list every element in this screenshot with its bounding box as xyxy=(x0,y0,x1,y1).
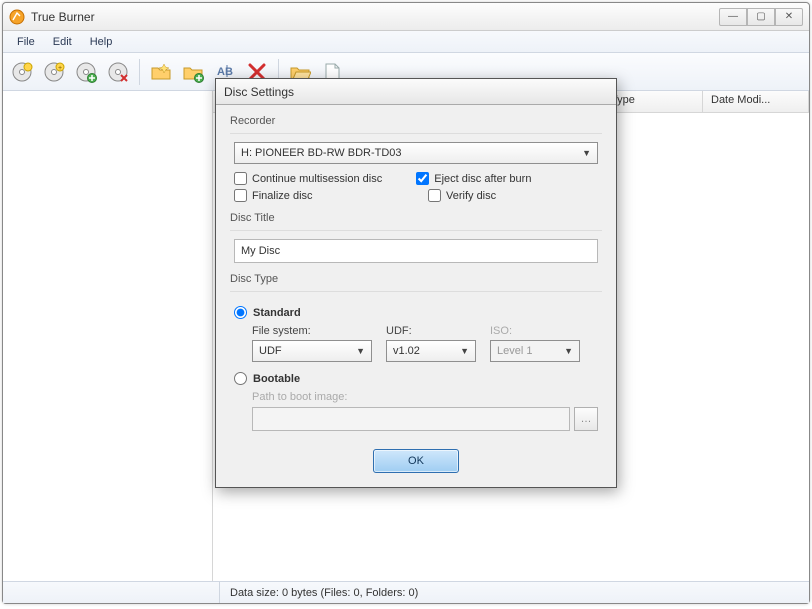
iso-combo: Level 1 ▼ xyxy=(490,340,580,362)
bootable-radio-input[interactable] xyxy=(234,372,247,385)
eject-checkbox-input[interactable] xyxy=(416,172,429,185)
boot-path-label: Path to boot image: xyxy=(252,391,598,403)
maximize-button[interactable]: ▢ xyxy=(747,8,775,26)
menubar: File Edit Help xyxy=(3,31,809,53)
disc-type-group: Disc Type Standard File system: UDF ▼ xyxy=(230,273,602,431)
menu-file[interactable]: File xyxy=(9,34,43,50)
svg-text:+: + xyxy=(58,65,62,72)
menu-help[interactable]: Help xyxy=(82,34,121,50)
disc-title-label: Disc Title xyxy=(230,212,602,224)
disc-title-input[interactable]: My Disc xyxy=(234,239,598,263)
folder-add-icon[interactable] xyxy=(178,57,208,87)
col-date[interactable]: Date Modi... xyxy=(703,91,809,112)
boot-path-input xyxy=(252,407,570,431)
disc-add-icon[interactable] xyxy=(71,57,101,87)
ok-button[interactable]: OK xyxy=(373,449,459,473)
menu-edit[interactable]: Edit xyxy=(45,34,80,50)
status-datasize: Data size: 0 bytes (Files: 0, Folders: 0… xyxy=(219,582,803,603)
dialog-buttons: OK xyxy=(230,449,602,473)
folder-new-icon[interactable] xyxy=(146,57,176,87)
chevron-down-icon: ▼ xyxy=(460,346,469,356)
recorder-combo[interactable]: H: PIONEER BD-RW BDR-TD03 ▼ xyxy=(234,142,598,164)
svg-text:AB: AB xyxy=(217,66,233,78)
recorder-group: Recorder H: PIONEER BD-RW BDR-TD03 ▼ Con… xyxy=(230,115,602,202)
standard-radio-input[interactable] xyxy=(234,306,247,319)
fs-label: File system: xyxy=(252,325,372,337)
chevron-down-icon: ▼ xyxy=(564,346,573,356)
iso-label: ISO: xyxy=(490,325,580,337)
verify-checkbox-input[interactable] xyxy=(428,189,441,202)
disc-plus-icon[interactable]: + xyxy=(39,57,69,87)
disc-settings-dialog: Disc Settings Recorder H: PIONEER BD-RW … xyxy=(215,78,617,488)
eject-checkbox[interactable]: Eject disc after burn xyxy=(416,172,531,185)
boot-path-section: Path to boot image: … xyxy=(252,391,598,431)
finalize-checkbox[interactable]: Finalize disc xyxy=(234,189,394,202)
bootable-radio[interactable]: Bootable xyxy=(234,372,598,385)
verify-checkbox[interactable]: Verify disc xyxy=(428,189,496,202)
tree-pane[interactable] xyxy=(3,91,213,581)
recorder-label: Recorder xyxy=(230,115,602,127)
finalize-checkbox-input[interactable] xyxy=(234,189,247,202)
continue-checkbox-input[interactable] xyxy=(234,172,247,185)
udf-combo[interactable]: v1.02 ▼ xyxy=(386,340,476,362)
disc-type-label: Disc Type xyxy=(230,273,602,285)
continue-checkbox[interactable]: Continue multisession disc xyxy=(234,172,382,185)
statusbar: Data size: 0 bytes (Files: 0, Folders: 0… xyxy=(3,581,809,603)
chevron-down-icon: ▼ xyxy=(582,148,591,158)
browse-button: … xyxy=(574,407,598,431)
filesystem-row: File system: UDF ▼ UDF: v1.02 ▼ xyxy=(252,325,598,362)
status-left xyxy=(9,582,219,603)
disc-title-group: Disc Title My Disc xyxy=(230,212,602,263)
disc-new-icon[interactable] xyxy=(7,57,37,87)
col-type[interactable]: Type xyxy=(603,91,703,112)
dialog-title: Disc Settings xyxy=(216,79,616,105)
app-icon xyxy=(9,9,25,25)
udf-label: UDF: xyxy=(386,325,476,337)
window-title: True Burner xyxy=(31,10,719,24)
disc-remove-icon[interactable] xyxy=(103,57,133,87)
chevron-down-icon: ▼ xyxy=(356,346,365,356)
titlebar: True Burner — ▢ ✕ xyxy=(3,3,809,31)
toolbar-separator xyxy=(139,59,140,85)
minimize-button[interactable]: — xyxy=(719,8,747,26)
fs-combo[interactable]: UDF ▼ xyxy=(252,340,372,362)
window-controls: — ▢ ✕ xyxy=(719,8,803,26)
recorder-value: H: PIONEER BD-RW BDR-TD03 xyxy=(241,147,402,159)
standard-radio[interactable]: Standard xyxy=(234,306,598,319)
close-button[interactable]: ✕ xyxy=(775,8,803,26)
